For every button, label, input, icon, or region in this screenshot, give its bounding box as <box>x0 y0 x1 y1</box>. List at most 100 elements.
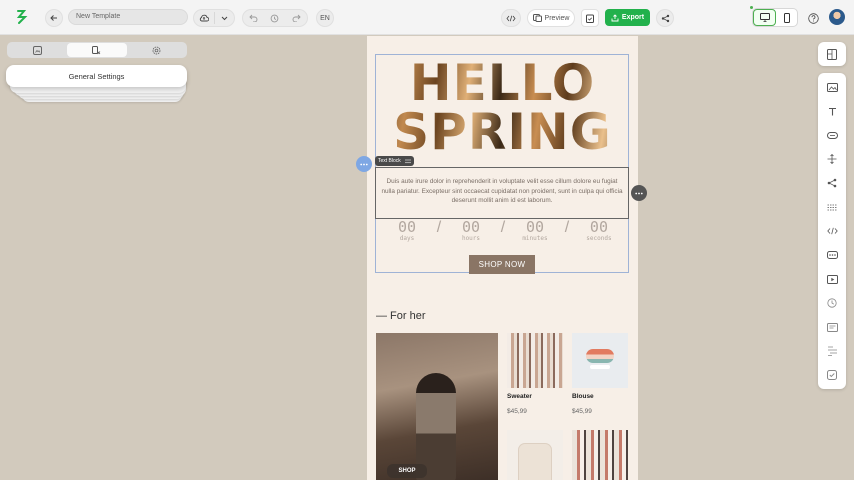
countdown-timer[interactable]: 00 days / 00 hours / 00 minutes / 00 sec… <box>385 218 621 243</box>
tab-templates[interactable] <box>8 43 67 57</box>
layout-icon <box>827 48 837 60</box>
template-name-input[interactable]: New Template <box>68 9 188 25</box>
text-block-label[interactable]: Text Block <box>375 156 414 166</box>
product-price: $45,99 <box>572 408 592 415</box>
product-price: $45,99 <box>507 408 527 415</box>
html-block-tool[interactable] <box>826 225 838 237</box>
banner-icon <box>826 322 838 332</box>
templates-icon <box>33 45 43 55</box>
product-name[interactable]: Blouse <box>572 393 594 400</box>
divider-block-tool[interactable] <box>826 201 838 213</box>
back-button[interactable] <box>45 9 63 27</box>
desktop-icon <box>759 13 770 22</box>
social-block-tool[interactable] <box>826 177 838 189</box>
redo-button[interactable] <box>286 10 307 26</box>
product-image-sweater[interactable] <box>507 333 563 388</box>
image-block-tool[interactable] <box>826 81 838 93</box>
countdown-seconds: 00 seconds <box>577 218 621 243</box>
button-block-tool[interactable] <box>826 129 838 141</box>
text-block-tool[interactable] <box>826 105 838 117</box>
checklist-block-tool[interactable] <box>826 369 838 381</box>
email-canvas[interactable]: HELLO SPRING Text Block Duis aute irure … <box>367 36 638 480</box>
share-button[interactable] <box>656 9 674 27</box>
preview-label: Preview <box>544 14 570 22</box>
save-group <box>193 9 235 27</box>
spacer-block-tool[interactable] <box>826 153 838 165</box>
spacer-icon <box>827 154 837 164</box>
history-button[interactable] <box>264 10 285 26</box>
product-name[interactable]: Sweater <box>507 393 532 400</box>
banner-block-tool[interactable] <box>826 321 838 333</box>
product-image-blouse[interactable] <box>572 333 628 388</box>
drag-handle-icon[interactable] <box>405 158 411 164</box>
mobile-view-button[interactable] <box>776 9 797 26</box>
text-block[interactable]: Duis aute irure dolor in reprehenderit i… <box>375 167 629 219</box>
chevron-down-icon <box>221 16 228 20</box>
arrow-left-icon <box>50 15 57 21</box>
more-horizontal-icon <box>635 192 643 194</box>
cloud-upload-icon <box>199 14 209 22</box>
countdown-minutes: 00 minutes <box>513 220 557 243</box>
html-icon <box>826 227 838 235</box>
more-horizontal-icon <box>360 163 368 165</box>
left-panel-tabs <box>7 42 187 58</box>
menu-block-tool[interactable] <box>826 249 838 261</box>
device-toggle <box>752 8 798 27</box>
countdown-value: 00 <box>461 218 481 236</box>
product-image-rack[interactable] <box>572 430 628 480</box>
section-title[interactable]: — For her <box>376 310 426 322</box>
export-button[interactable]: Export <box>605 9 650 26</box>
image-icon <box>826 82 838 92</box>
structure-tool-button[interactable] <box>818 42 846 66</box>
code-icon <box>506 15 516 21</box>
product-image-top[interactable] <box>507 430 563 480</box>
test-email-button[interactable] <box>581 9 599 27</box>
button-icon <box>826 131 838 139</box>
hero-heading-line1[interactable]: HELLO <box>367 58 638 108</box>
blocks-icon <box>92 45 101 54</box>
social-icon <box>827 178 837 188</box>
history-icon <box>271 14 279 22</box>
top-toolbar: New Template EN Preview Export <box>0 0 854 35</box>
video-block-tool[interactable] <box>826 273 838 285</box>
hero-heading-line2[interactable]: SPRING <box>367 106 638 158</box>
countdown-value: 00 <box>589 218 608 236</box>
content-blocks-toolbar <box>818 73 846 389</box>
preview-button[interactable]: Preview <box>527 9 575 27</box>
divider-icon <box>827 204 837 210</box>
shop-now-button[interactable]: SHOP NOW <box>469 255 535 274</box>
timer-icon <box>827 298 837 308</box>
text-icon <box>828 107 836 115</box>
countdown-label: seconds <box>586 235 612 242</box>
language-button[interactable]: EN <box>316 9 334 27</box>
tab-settings[interactable] <box>127 43 186 57</box>
general-settings-item[interactable]: General Settings <box>6 65 187 87</box>
code-view-button[interactable] <box>501 9 521 27</box>
feature-shop-button[interactable]: SHOP <box>387 464 427 478</box>
settings-icon <box>152 46 161 54</box>
mobile-icon <box>783 12 790 23</box>
block-settings-handle[interactable] <box>356 156 372 172</box>
undo-button[interactable] <box>243 10 264 26</box>
block-actions-handle[interactable] <box>631 185 647 201</box>
timer-block-tool[interactable] <box>826 297 838 309</box>
export-label: Export <box>621 14 645 21</box>
app-logo-icon[interactable] <box>14 9 30 25</box>
export-icon <box>611 13 619 21</box>
tab-blocks[interactable] <box>67 43 127 57</box>
save-options-dropdown[interactable] <box>215 10 234 26</box>
share-icon <box>661 14 669 22</box>
countdown-hours: 00 hours <box>449 218 493 243</box>
desktop-view-button[interactable] <box>753 9 776 26</box>
countdown-days: 00 days <box>385 218 429 243</box>
stripe-block-tool[interactable] <box>826 345 838 357</box>
text-block-label-text: Text Block <box>378 158 401 164</box>
cloud-save-button[interactable] <box>194 10 214 26</box>
countdown-separator: / <box>436 219 442 236</box>
feature-photo[interactable]: SHOP <box>376 333 498 480</box>
help-icon <box>807 12 819 24</box>
user-avatar[interactable] <box>829 9 845 25</box>
preview-icon <box>532 14 542 22</box>
help-button[interactable] <box>804 9 822 27</box>
countdown-value: 00 <box>397 218 417 236</box>
